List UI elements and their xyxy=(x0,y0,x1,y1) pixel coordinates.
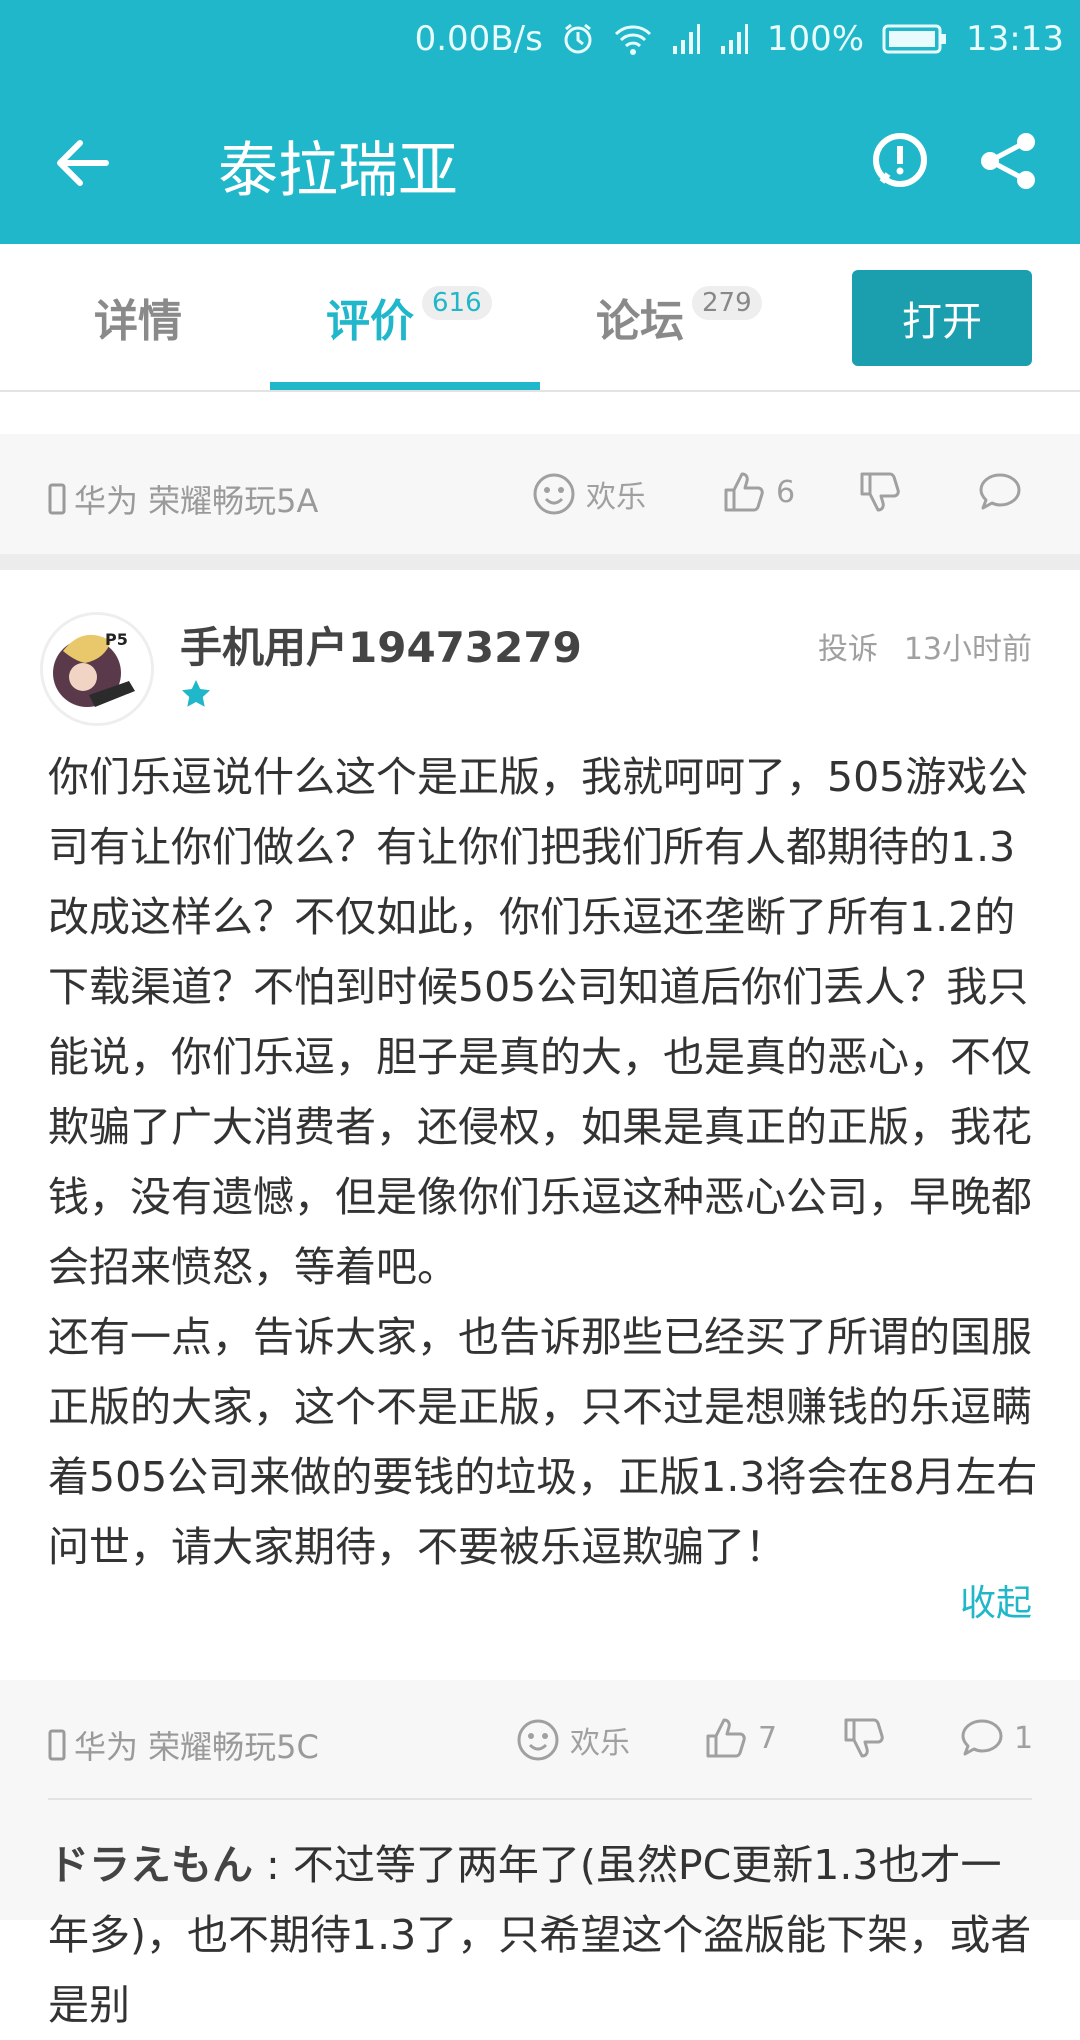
signal-icon xyxy=(671,22,701,56)
reply-separator: : xyxy=(253,1841,293,1889)
share-icon xyxy=(981,133,1035,189)
battery-icon xyxy=(882,23,948,55)
dislike-button[interactable] xyxy=(858,470,902,514)
reply-item[interactable]: ドラえもん : 不过等了两年了(虽然PC更新1.3也才一年多)，也不期待1.3了… xyxy=(48,1830,1038,2040)
review-body: 你们乐逗说什么这个是正版，我就呵呵了，505游戏公司有让你们做么？有让你们把我们… xyxy=(48,742,1038,1582)
star-icon xyxy=(182,680,210,707)
tab-label: 论坛 xyxy=(596,296,684,347)
tab-label: 详情 xyxy=(94,296,182,347)
tab-reviews[interactable]: 评价 616 xyxy=(326,244,492,390)
signal-icon xyxy=(719,22,749,56)
review-paragraph: 你们乐逗说什么这个是正版，我就呵呵了，505游戏公司有让你们做么？有让你们把我们… xyxy=(48,753,1032,1291)
avatar[interactable]: P5 xyxy=(40,612,154,726)
tab-forum[interactable]: 论坛 279 xyxy=(596,244,762,390)
phone-icon xyxy=(48,483,66,515)
smiley-icon xyxy=(533,473,575,515)
status-bar: 0.00B/s 100% 13:13 xyxy=(0,0,1080,78)
thumbs-up-icon xyxy=(706,1718,746,1758)
comment-bubble-icon xyxy=(979,473,1021,510)
share-button[interactable] xyxy=(976,128,1042,194)
comment-button[interactable]: 1 xyxy=(960,1718,1033,1758)
back-button[interactable] xyxy=(48,128,118,198)
mood-label: 欢乐 xyxy=(570,1726,630,1761)
status-icons: 0.00B/s 100% 13:13 xyxy=(415,14,1064,64)
tab-details[interactable]: 详情 xyxy=(94,244,182,390)
report-button[interactable] xyxy=(868,130,932,194)
thumbs-down-icon xyxy=(844,1718,884,1758)
app-header: 0.00B/s 100% 13:13 泰拉瑞亚 xyxy=(0,0,1080,244)
mood-tag: 欢乐 xyxy=(516,1718,630,1762)
review-count-badge: 616 xyxy=(422,286,492,320)
collapse-link[interactable]: 收起 xyxy=(960,1574,1032,1626)
thumbs-up-icon xyxy=(724,472,764,512)
device-info: 华为 荣耀畅玩5C xyxy=(48,1722,319,1768)
battery-level: 100% xyxy=(766,19,865,59)
comment-bubble-icon xyxy=(961,1719,1003,1756)
mood-tag: 欢乐 xyxy=(532,472,646,516)
smiley-icon xyxy=(517,1719,559,1761)
like-count: 6 xyxy=(776,474,796,510)
star-rating xyxy=(180,678,212,714)
open-button[interactable]: 打开 xyxy=(852,270,1032,366)
forum-count-badge: 279 xyxy=(692,286,762,320)
page-title: 泰拉瑞亚 xyxy=(218,136,458,206)
device-name: 华为 荣耀畅玩5A xyxy=(74,482,319,520)
net-speed: 0.00B/s xyxy=(414,19,543,59)
thumbs-down-icon xyxy=(860,472,900,512)
title-bar: 泰拉瑞亚 xyxy=(0,78,1080,244)
reply-divider xyxy=(48,1798,1032,1800)
like-count: 7 xyxy=(758,1720,778,1756)
clock: 13:13 xyxy=(966,19,1064,59)
mood-label: 欢乐 xyxy=(586,480,646,515)
dislike-button[interactable] xyxy=(842,1716,886,1760)
like-button[interactable]: 6 xyxy=(722,470,795,514)
tab-label: 评价 xyxy=(326,296,414,347)
wifi-icon xyxy=(613,22,653,56)
previous-review-meta: 华为 荣耀畅玩5A 欢乐 6 xyxy=(0,434,1080,554)
exclamation-circle-icon xyxy=(873,133,927,187)
active-tab-indicator xyxy=(270,382,540,390)
comment-count: 1 xyxy=(1014,1720,1034,1756)
comment-button[interactable] xyxy=(978,472,1022,512)
arrow-left-icon xyxy=(57,140,109,186)
complain-link[interactable]: 投诉 xyxy=(818,624,878,668)
reply-author[interactable]: ドラえもん xyxy=(48,1841,253,1889)
device-info: 华为 荣耀畅玩5A xyxy=(48,476,318,522)
svg-text:P5: P5 xyxy=(105,630,128,649)
review-username[interactable]: 手机用户19473279 xyxy=(180,614,582,675)
alarm-icon xyxy=(561,22,595,56)
like-button[interactable]: 7 xyxy=(704,1716,777,1760)
device-name: 华为 荣耀畅玩5C xyxy=(74,1728,319,1766)
tab-bar: 详情 评价 616 论坛 279 打开 xyxy=(0,244,1080,392)
review-paragraph: 还有一点，告诉大家，也告诉那些已经买了所谓的国服正版的大家，这个不是正版，只不过… xyxy=(48,1313,1038,1571)
review-time: 13小时前 xyxy=(903,632,1032,667)
phone-icon xyxy=(48,1729,66,1761)
section-separator xyxy=(0,554,1080,570)
